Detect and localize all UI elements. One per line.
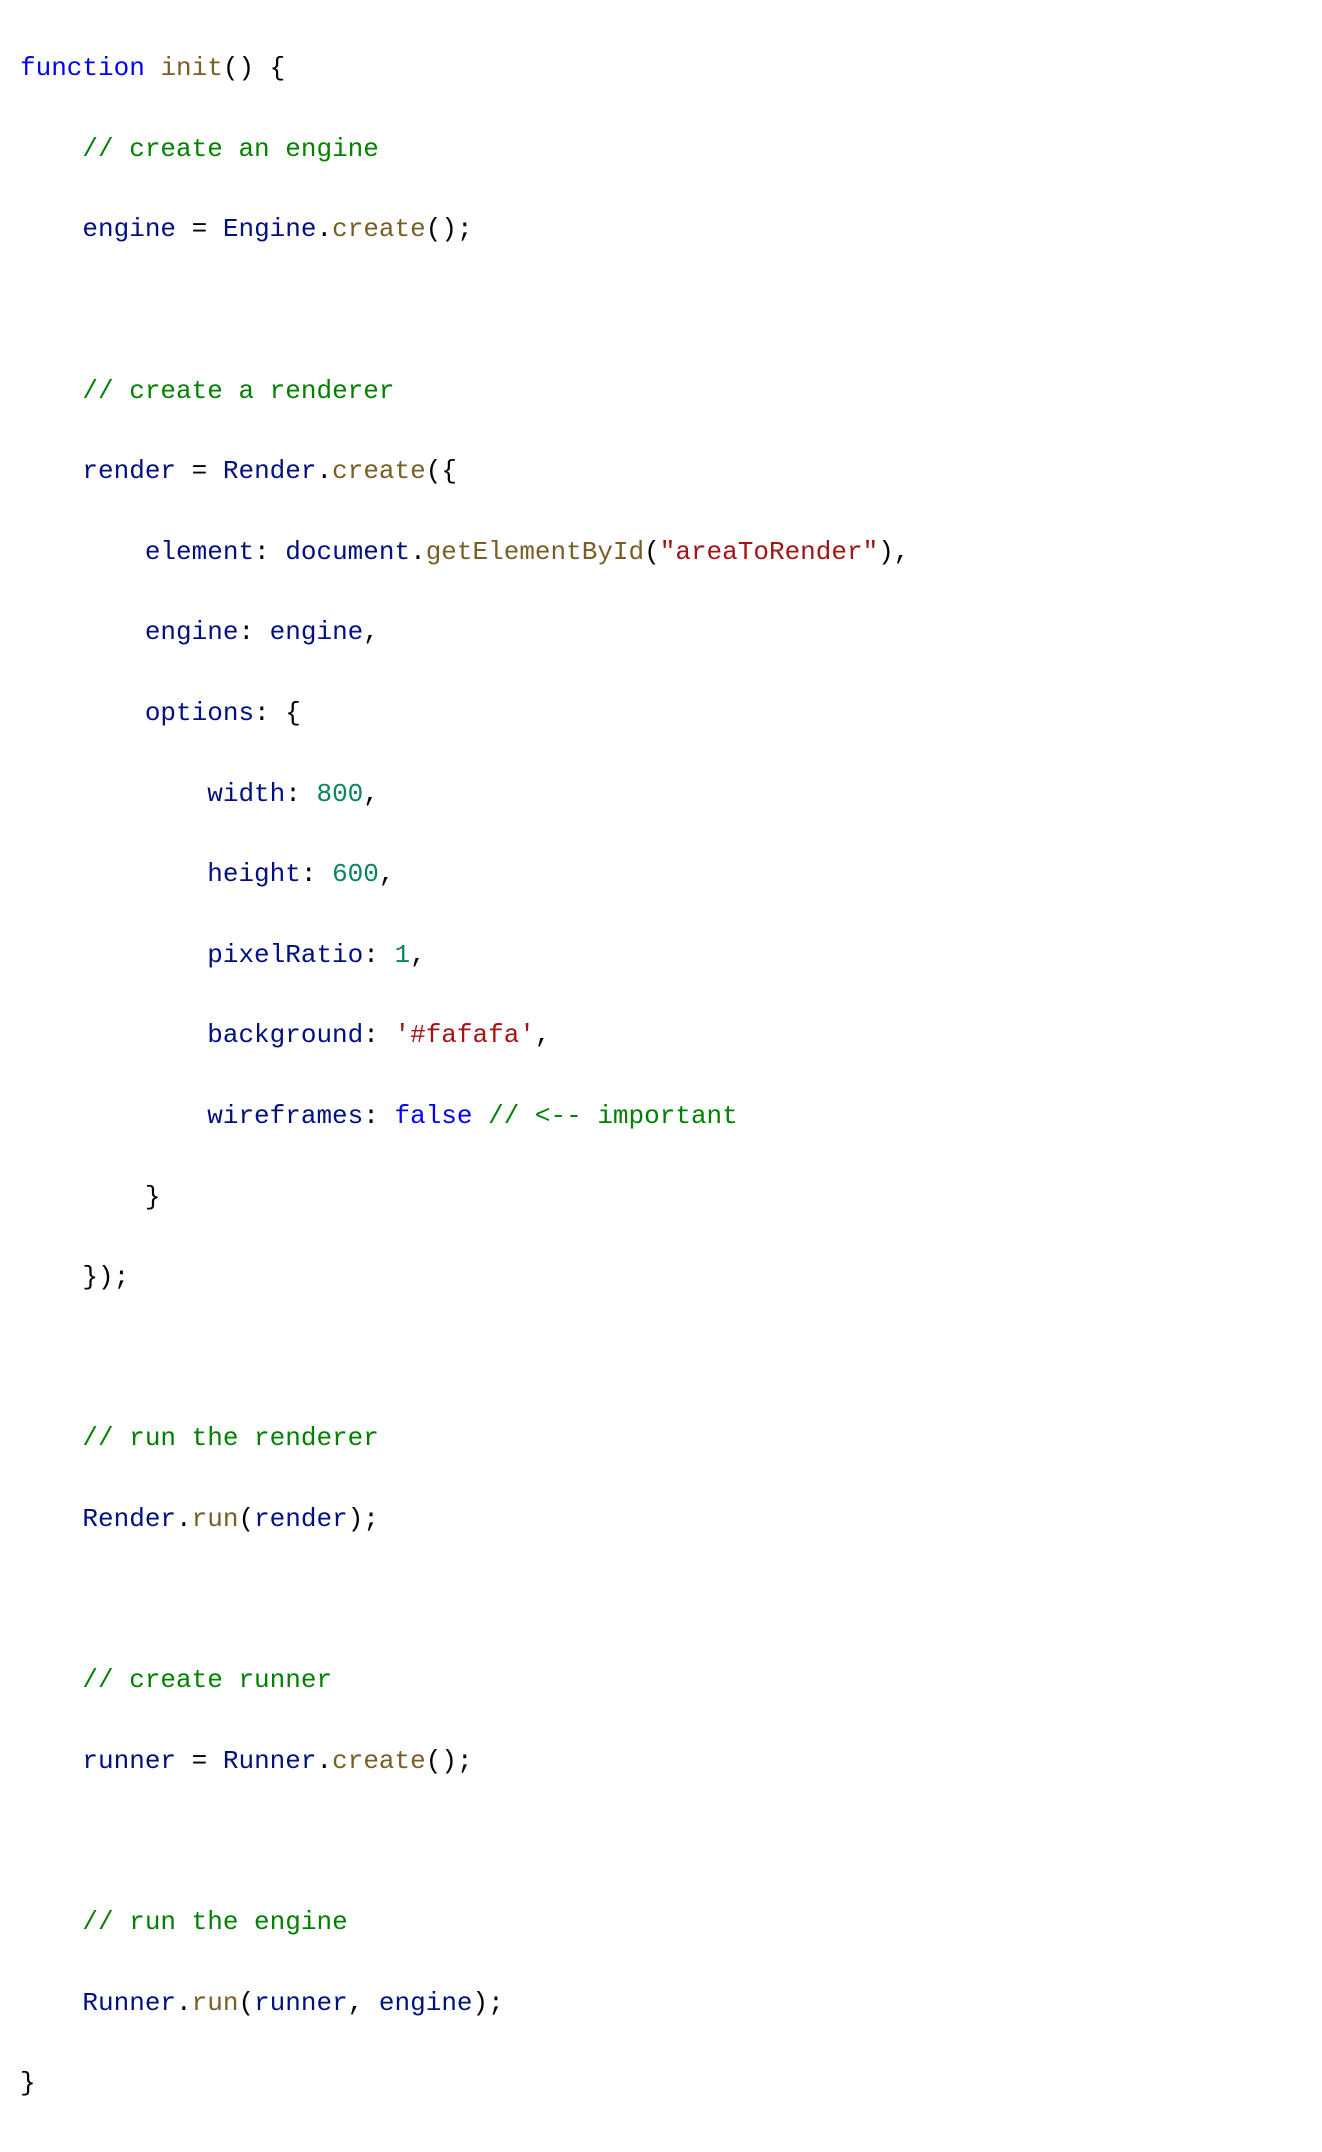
code-line: options: { bbox=[20, 693, 1302, 733]
method: create bbox=[332, 214, 426, 244]
code-line: wireframes: false // <-- important bbox=[20, 1096, 1302, 1136]
comment: // create an engine bbox=[82, 134, 378, 164]
number-literal: 800 bbox=[316, 779, 363, 809]
function-name: init bbox=[160, 53, 222, 83]
variable: runner bbox=[254, 1988, 348, 2018]
code-line: // run the engine bbox=[20, 1902, 1302, 1942]
code-line: function init() { bbox=[20, 48, 1302, 88]
property: background bbox=[207, 1020, 363, 1050]
object: Render bbox=[82, 1504, 176, 1534]
property: height bbox=[207, 859, 301, 889]
comment: // run the renderer bbox=[82, 1423, 378, 1453]
variable: render bbox=[254, 1504, 348, 1534]
code-line: } bbox=[20, 2063, 1302, 2103]
code-line bbox=[20, 1338, 1302, 1378]
property: engine bbox=[145, 617, 239, 647]
code-line: // run the renderer bbox=[20, 1418, 1302, 1458]
code-line bbox=[20, 1580, 1302, 1620]
code-line: pixelRatio: 1, bbox=[20, 935, 1302, 975]
method: run bbox=[192, 1504, 239, 1534]
method: getElementById bbox=[426, 537, 644, 567]
code-line: // create a renderer bbox=[20, 371, 1302, 411]
comment: // run the engine bbox=[82, 1907, 347, 1937]
property: width bbox=[207, 779, 285, 809]
number-literal: 600 bbox=[332, 859, 379, 889]
code-line: engine = Engine.create(); bbox=[20, 209, 1302, 249]
variable: render bbox=[82, 456, 176, 486]
keyword: function bbox=[20, 53, 145, 83]
object: Engine bbox=[223, 214, 317, 244]
code-line: engine: engine, bbox=[20, 612, 1302, 652]
code-line: runner = Runner.create(); bbox=[20, 1741, 1302, 1781]
object: Runner bbox=[223, 1746, 317, 1776]
string-literal: "areaToRender" bbox=[660, 537, 878, 567]
comment: // create a renderer bbox=[82, 376, 394, 406]
variable: engine bbox=[82, 214, 176, 244]
number-literal: 1 bbox=[394, 940, 410, 970]
object: document bbox=[285, 537, 410, 567]
variable: runner bbox=[82, 1746, 176, 1776]
object: Render bbox=[223, 456, 317, 486]
code-line: height: 600, bbox=[20, 854, 1302, 894]
code-line: Runner.run(runner, engine); bbox=[20, 1983, 1302, 2023]
code-editor[interactable]: function init() { // create an engine en… bbox=[20, 8, 1302, 2144]
method: create bbox=[332, 456, 426, 486]
code-line: render = Render.create({ bbox=[20, 451, 1302, 491]
code-line: width: 800, bbox=[20, 774, 1302, 814]
code-line: // create runner bbox=[20, 1660, 1302, 1700]
method: create bbox=[332, 1746, 426, 1776]
code-line: Render.run(render); bbox=[20, 1499, 1302, 1539]
code-line: background: '#fafafa', bbox=[20, 1015, 1302, 1055]
property: options bbox=[145, 698, 254, 728]
code-line: } bbox=[20, 1177, 1302, 1217]
object: Runner bbox=[82, 1988, 176, 2018]
code-line: element: document.getElementById("areaTo… bbox=[20, 532, 1302, 572]
code-line bbox=[20, 1821, 1302, 1861]
variable: engine bbox=[270, 617, 364, 647]
code-line: }); bbox=[20, 1257, 1302, 1297]
property: pixelRatio bbox=[207, 940, 363, 970]
code-line: // create an engine bbox=[20, 129, 1302, 169]
comment: // <-- important bbox=[488, 1101, 738, 1131]
comment: // create runner bbox=[82, 1665, 332, 1695]
variable: engine bbox=[379, 1988, 473, 2018]
property: wireframes bbox=[207, 1101, 363, 1131]
property: element bbox=[145, 537, 254, 567]
code-line bbox=[20, 290, 1302, 330]
method: run bbox=[192, 1988, 239, 2018]
string-literal: '#fafafa' bbox=[394, 1020, 534, 1050]
boolean-literal: false bbox=[394, 1101, 472, 1131]
